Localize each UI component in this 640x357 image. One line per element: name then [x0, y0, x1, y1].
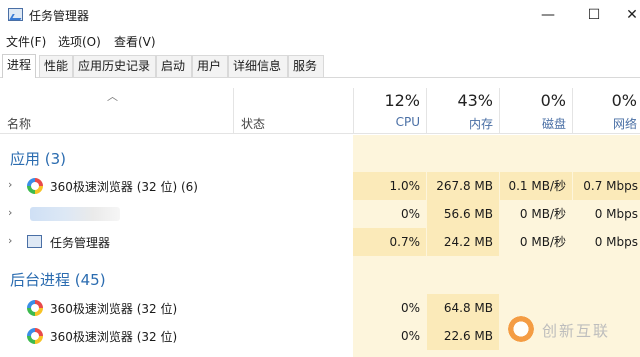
expand-chevron-icon[interactable]: › [8, 234, 12, 247]
process-name: 360极速浏览器 (32 位) (6) [50, 180, 198, 194]
tab-performance[interactable]: 性能 [39, 55, 73, 77]
task-manager-icon [8, 8, 23, 21]
memory-cell: 56.6 MB [427, 200, 499, 228]
column-disk[interactable]: 磁盘 [500, 115, 566, 132]
memory-cell: 22.6 MB [427, 322, 499, 350]
network-cell: 0 Mbps [573, 200, 640, 228]
table-row[interactable]: 1.0% 267.8 MB 0.1 MB/秒 0.7 Mbps › 360极速浏… [0, 172, 640, 200]
window-title: 任务管理器 [29, 9, 90, 23]
tab-processes[interactable]: 进程 [2, 54, 36, 78]
column-cpu[interactable]: CPU [353, 115, 420, 129]
network-percent[interactable]: 0% [573, 91, 637, 110]
process-name: 360极速浏览器 (32 位) [50, 330, 178, 344]
cpu-cell: 1.0% [353, 172, 426, 200]
blurred-app-name [30, 207, 120, 221]
section-background-processes[interactable]: 后台进程 (45) [10, 269, 106, 290]
browser-360-icon [27, 300, 43, 316]
browser-360-icon [27, 178, 43, 194]
column-memory[interactable]: 内存 [427, 115, 493, 132]
minimize-button[interactable]: — [525, 0, 571, 30]
memory-cell: 267.8 MB [427, 172, 499, 200]
watermark-logo-icon [506, 314, 536, 344]
cpu-cell: 0% [353, 322, 426, 350]
table-row[interactable]: 0% 56.6 MB 0 MB/秒 0 Mbps › [0, 200, 640, 228]
watermark: 创新互联 [500, 310, 640, 350]
disk-cell: 0 MB/秒 [500, 200, 572, 228]
menu-options[interactable]: 选项(O) [58, 33, 101, 50]
menu-file[interactable]: 文件(F) [6, 33, 46, 50]
section-apps[interactable]: 应用 (3) [10, 148, 66, 169]
cpu-percent[interactable]: 12% [353, 91, 420, 110]
process-name: 任务管理器 [50, 236, 111, 250]
tab-startup[interactable]: 启动 [156, 55, 192, 77]
cpu-cell: 0.7% [353, 228, 426, 256]
tab-details[interactable]: 详细信息 [228, 55, 288, 77]
task-manager-icon [27, 235, 42, 248]
tab-app-history[interactable]: 应用历史记录 [73, 55, 156, 77]
column-status[interactable]: 状态 [241, 115, 265, 132]
column-name[interactable]: 名称 [7, 115, 31, 132]
maximize-button[interactable]: ☐ [571, 0, 617, 30]
tab-bar: 进程 性能 应用历史记录 启动 用户 详细信息 服务 [0, 53, 640, 78]
disk-percent[interactable]: 0% [500, 91, 566, 110]
expand-chevron-icon[interactable]: › [8, 178, 12, 191]
network-cell: 0.7 Mbps [573, 172, 640, 200]
process-name: 360极速浏览器 (32 位) [50, 302, 178, 316]
watermark-text: 创新互联 [542, 322, 611, 340]
disk-cell: 0 MB/秒 [500, 228, 572, 256]
menu-bar: 文件(F) 选项(O) 查看(V) [0, 31, 640, 51]
tab-users[interactable]: 用户 [192, 55, 228, 77]
column-network[interactable]: 网络 [573, 115, 637, 132]
column-header: ︿ 名称 状态 12% CPU 43% 内存 0% 磁盘 0% 网络 [0, 88, 640, 134]
table-row[interactable]: 0.7% 24.2 MB 0 MB/秒 0 Mbps › 任务管理器 [0, 228, 640, 256]
sort-caret-icon[interactable]: ︿ [107, 88, 118, 104]
network-cell: 0 Mbps [573, 228, 640, 256]
cpu-cell: 0% [353, 294, 426, 322]
memory-percent[interactable]: 43% [427, 91, 493, 110]
title-bar: 任务管理器 — ☐ ✕ [0, 0, 640, 30]
expand-chevron-icon[interactable]: › [8, 206, 12, 219]
memory-cell: 24.2 MB [427, 228, 499, 256]
close-button[interactable]: ✕ [617, 0, 640, 30]
cpu-cell: 0% [353, 200, 426, 228]
menu-view[interactable]: 查看(V) [114, 33, 156, 50]
tab-services[interactable]: 服务 [288, 55, 324, 77]
disk-cell: 0.1 MB/秒 [500, 172, 572, 200]
column-divider[interactable] [233, 88, 234, 134]
browser-360-icon [27, 328, 43, 344]
memory-cell: 64.8 MB [427, 294, 499, 322]
